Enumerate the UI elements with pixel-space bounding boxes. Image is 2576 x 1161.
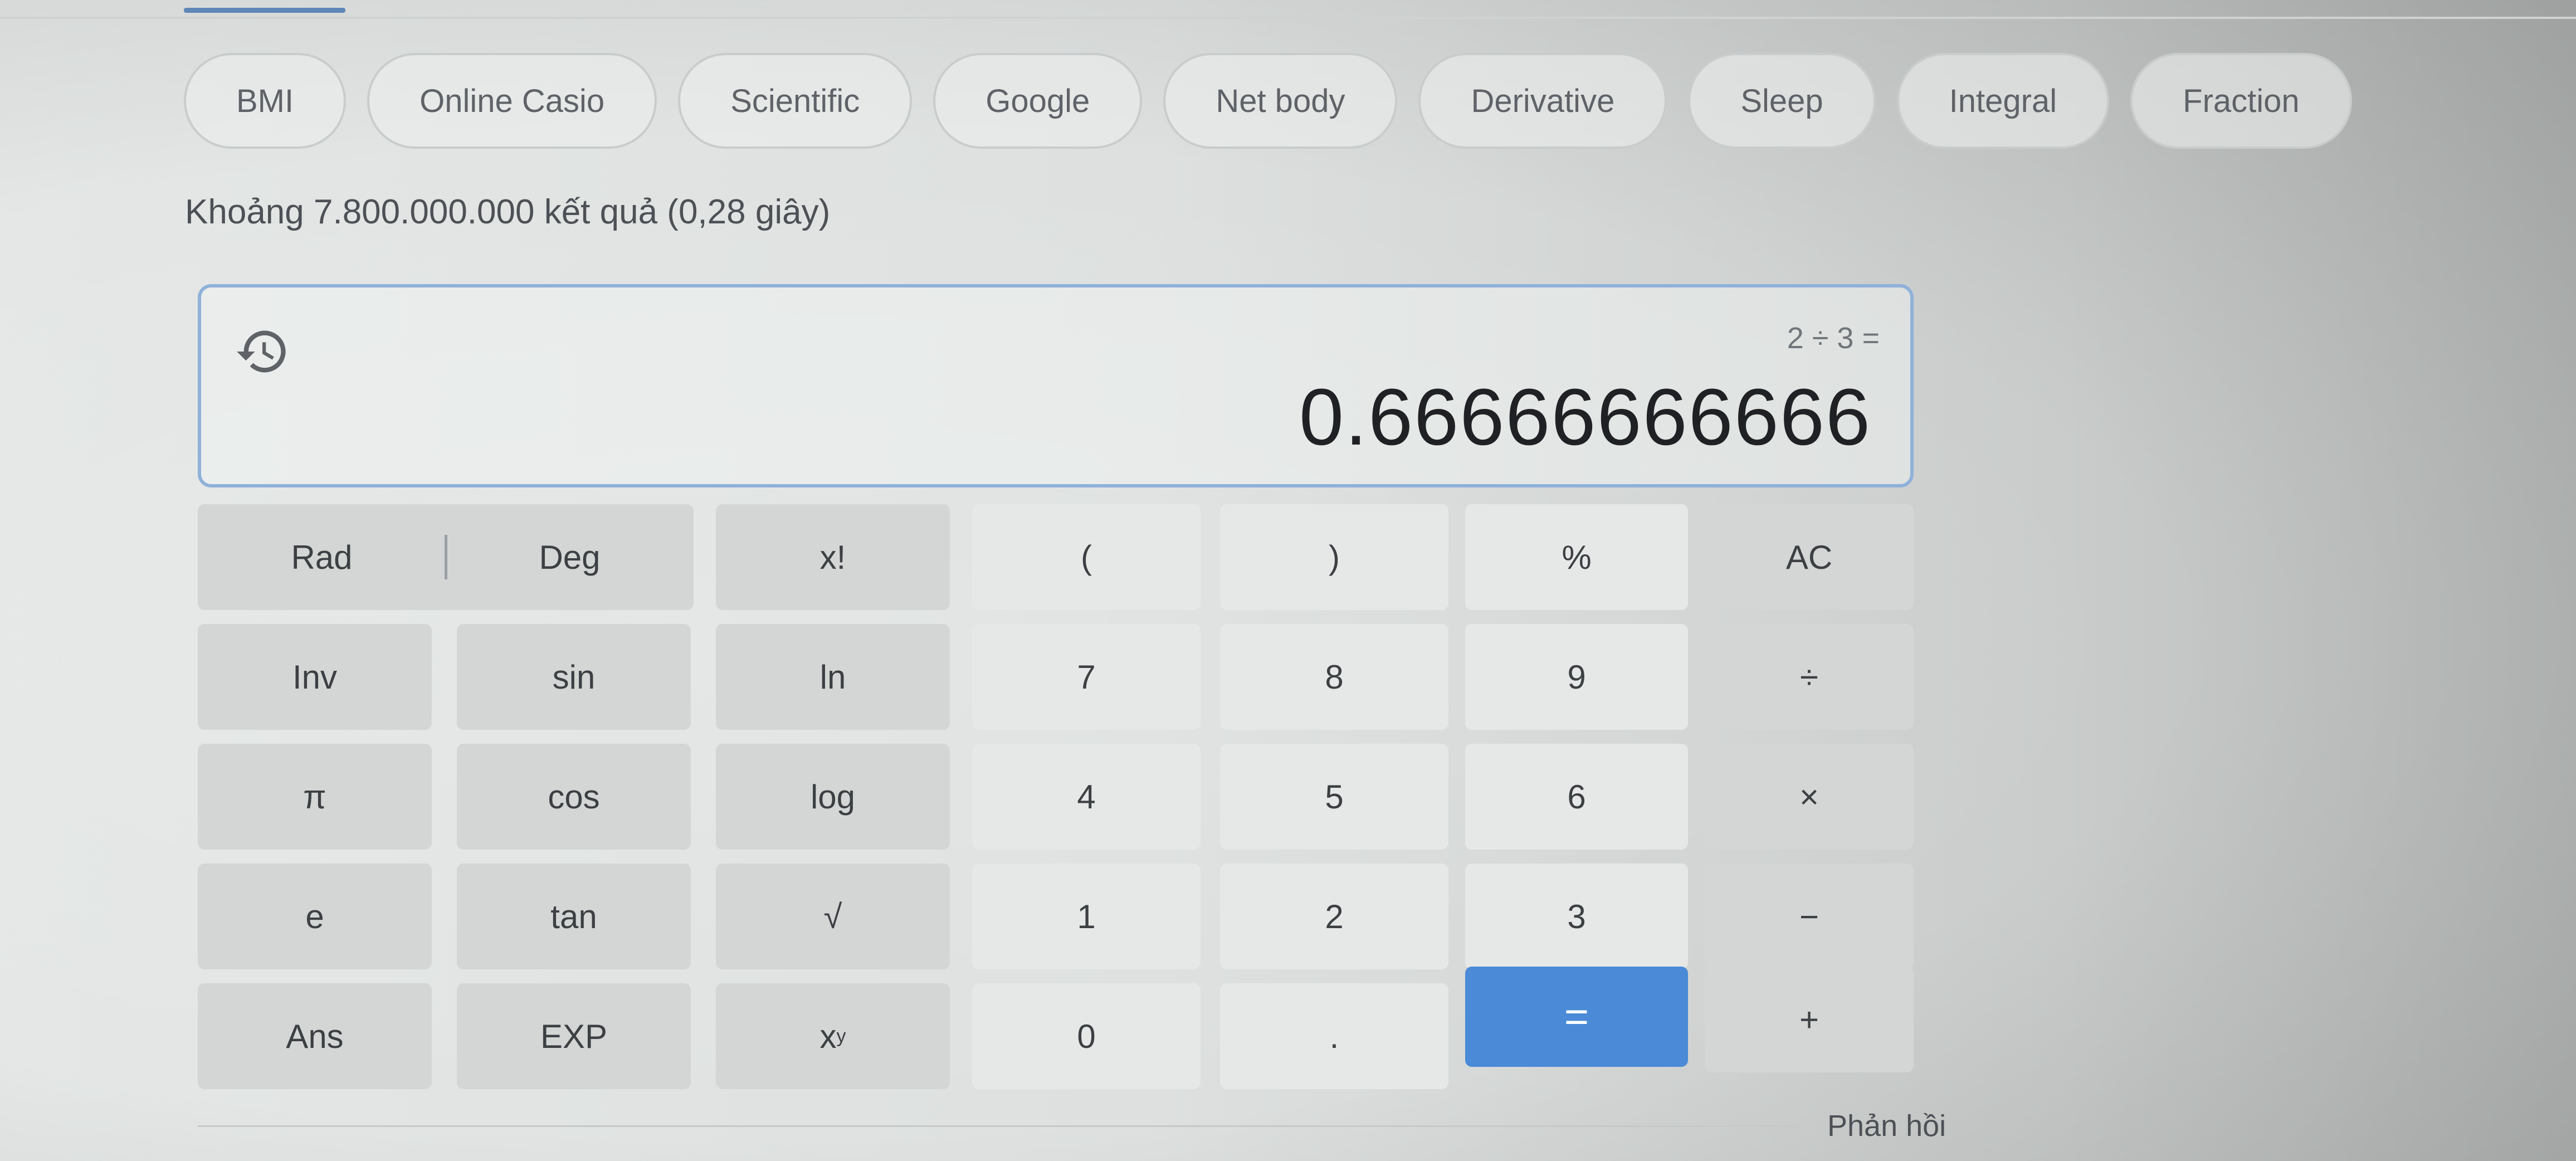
- digit-4-button[interactable]: 4: [972, 744, 1201, 850]
- digit-1-button[interactable]: 1: [972, 864, 1201, 969]
- digit-9-button[interactable]: 9: [1465, 624, 1688, 730]
- power-base-label: x: [819, 1017, 837, 1055]
- active-tab-indicator: [184, 8, 345, 13]
- sqrt-button[interactable]: √: [716, 864, 950, 969]
- sin-button[interactable]: sin: [457, 624, 691, 730]
- all-clear-button[interactable]: AC: [1705, 504, 1914, 610]
- calculator-expression: 2 ÷ 3 =: [1787, 321, 1880, 355]
- plus-button[interactable]: +: [1705, 967, 1914, 1072]
- digit-7-button[interactable]: 7: [972, 624, 1201, 730]
- divide-button[interactable]: ÷: [1705, 624, 1914, 730]
- multiply-button[interactable]: ×: [1705, 744, 1914, 850]
- chip-net-body[interactable]: Net body: [1163, 53, 1398, 149]
- related-searches-chips: BMI Online Casio Scientific Google Net b…: [184, 53, 2352, 149]
- angle-mode-toggle: Rad Deg: [198, 504, 694, 610]
- header-divider: [0, 17, 2576, 19]
- feedback-link[interactable]: Phản hồi: [1827, 1109, 1946, 1143]
- deg-button[interactable]: Deg: [446, 504, 694, 610]
- calculator-result: 0.66666666666: [1299, 372, 1871, 462]
- calculator-display: 2 ÷ 3 = 0.66666666666: [198, 284, 1914, 487]
- digit-3-button[interactable]: 3: [1465, 864, 1688, 969]
- tan-button[interactable]: tan: [457, 864, 691, 969]
- digit-6-button[interactable]: 6: [1465, 744, 1688, 850]
- result-stats: Khoảng 7.800.000.000 kết quả (0,28 giây): [185, 193, 831, 231]
- decimal-point-button[interactable]: .: [1220, 983, 1448, 1089]
- rad-button[interactable]: Rad: [198, 504, 446, 610]
- equals-button[interactable]: =: [1465, 967, 1688, 1067]
- footer-divider: [198, 1125, 1802, 1127]
- pi-button[interactable]: π: [198, 744, 432, 850]
- cos-button[interactable]: cos: [457, 744, 691, 850]
- chip-fraction[interactable]: Fraction: [2130, 53, 2352, 149]
- open-paren-button[interactable]: (: [972, 504, 1201, 610]
- chip-bmi[interactable]: BMI: [184, 53, 347, 149]
- percent-button[interactable]: %: [1465, 504, 1688, 610]
- chip-online-casio[interactable]: Online Casio: [367, 53, 657, 149]
- digit-5-button[interactable]: 5: [1220, 744, 1448, 850]
- chip-google[interactable]: Google: [933, 53, 1143, 149]
- e-button[interactable]: e: [198, 864, 432, 969]
- digit-0-button[interactable]: 0: [972, 983, 1201, 1089]
- minus-button[interactable]: −: [1705, 864, 1914, 969]
- history-icon[interactable]: [235, 324, 290, 379]
- chip-scientific[interactable]: Scientific: [678, 53, 913, 149]
- exp-button[interactable]: EXP: [457, 983, 691, 1089]
- log-button[interactable]: log: [716, 744, 950, 850]
- power-exponent-label: y: [836, 1025, 846, 1047]
- close-paren-button[interactable]: ): [1220, 504, 1448, 610]
- inv-button[interactable]: Inv: [198, 624, 432, 730]
- ln-button[interactable]: ln: [716, 624, 950, 730]
- factorial-button[interactable]: x!: [716, 504, 950, 610]
- calculator-keypad: Rad Deg x! ( ) % AC Inv sin ln 7 8 9 ÷ π…: [198, 504, 1914, 1111]
- ans-button[interactable]: Ans: [198, 983, 432, 1089]
- digit-2-button[interactable]: 2: [1220, 864, 1448, 969]
- chip-sleep[interactable]: Sleep: [1688, 53, 1876, 149]
- chip-integral[interactable]: Integral: [1896, 53, 2110, 149]
- power-button[interactable]: xy: [716, 983, 950, 1089]
- digit-8-button[interactable]: 8: [1220, 624, 1448, 730]
- chip-derivative[interactable]: Derivative: [1418, 53, 1667, 149]
